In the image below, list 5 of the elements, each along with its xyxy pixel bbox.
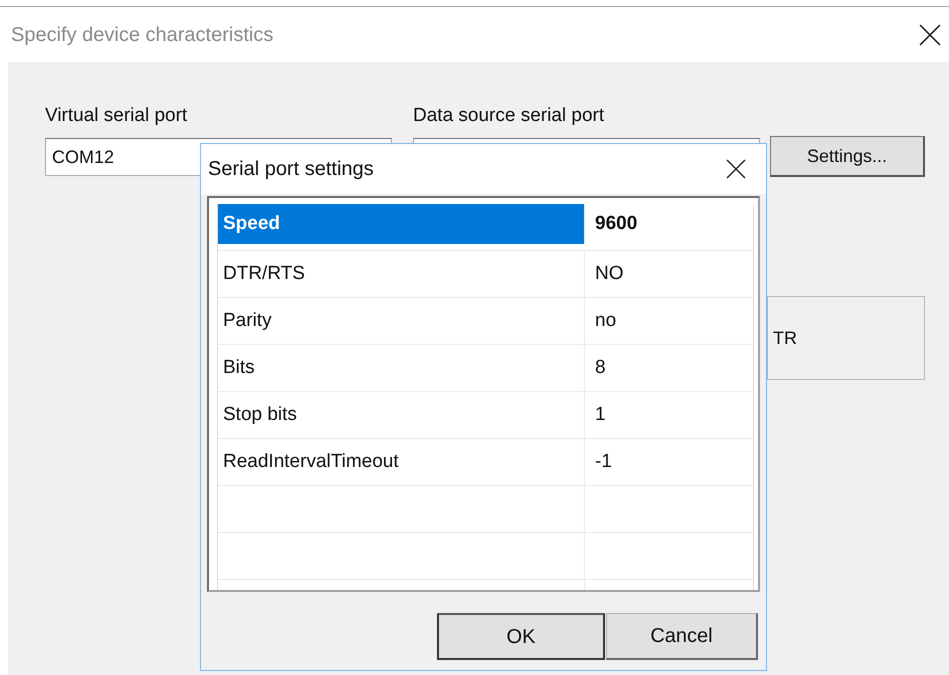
field-label: Data source serial port <box>413 104 606 128</box>
dialog-title: Serial port settings <box>208 157 374 182</box>
field-label: Virtual serial port <box>45 104 188 128</box>
group-box-text: TR <box>773 326 797 350</box>
window-title: Specify device characteristics <box>11 22 274 48</box>
